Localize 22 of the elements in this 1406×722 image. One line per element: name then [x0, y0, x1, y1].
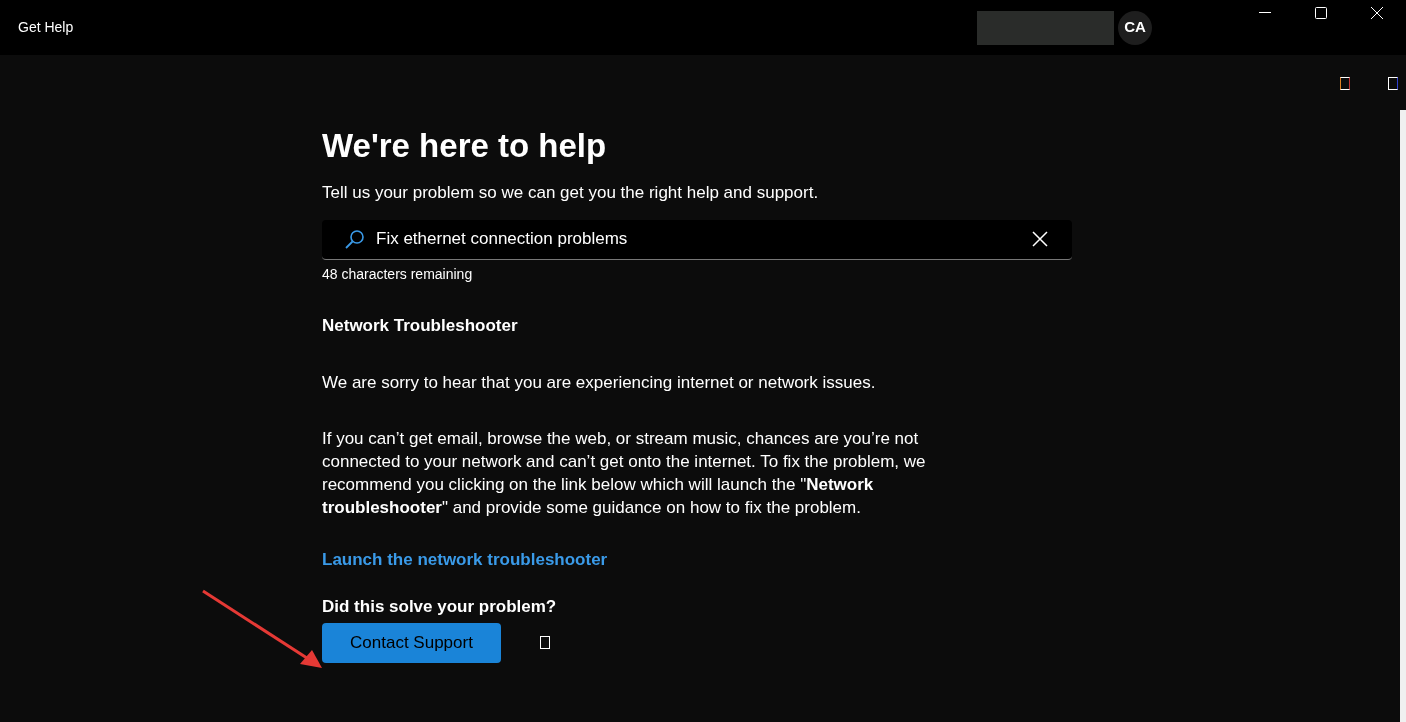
article-paragraph: If you can’t get email, browse the web, or stream music, chances are you’re not connected to your network and can’t get onto the internet. To fix the problem, we recommend you clicking on the link below which will launch the "Network troubleshooter" and provide some guidance on how to fix the problem.	[322, 428, 927, 519]
maximize-icon	[1315, 6, 1327, 19]
article-paragraph: We are sorry to hear that you are experiencing internet or network issues.	[322, 372, 877, 394]
close-icon	[1371, 6, 1383, 19]
search-field[interactable]: Fix ethernet connection problems	[322, 219, 1072, 260]
minimize-icon	[1259, 11, 1271, 14]
window-title: Get Help	[18, 18, 74, 37]
contact-support-button[interactable]: Contact Support	[322, 622, 501, 663]
feedback-question: Did this solve your problem?	[322, 596, 558, 617]
character-counter: 48 characters remaining	[322, 264, 474, 284]
search-icon	[344, 228, 366, 250]
troubleshooter-link[interactable]: Launch the network troubleshooter	[322, 547, 1072, 573]
article-title: Network Troubleshooter	[322, 314, 519, 337]
square-icon	[540, 636, 550, 649]
scrollbar[interactable]	[1400, 110, 1406, 722]
subheading: Tell us your problem so we can get you the right help and support.	[322, 182, 820, 204]
close-icon	[1032, 231, 1048, 247]
square-icon[interactable]	[1388, 77, 1398, 90]
account-avatar[interactable]: CA	[1118, 10, 1152, 45]
page-heading: We're here to help	[322, 126, 608, 166]
clear-button[interactable]	[1030, 229, 1050, 249]
square-icon[interactable]	[1340, 77, 1350, 90]
